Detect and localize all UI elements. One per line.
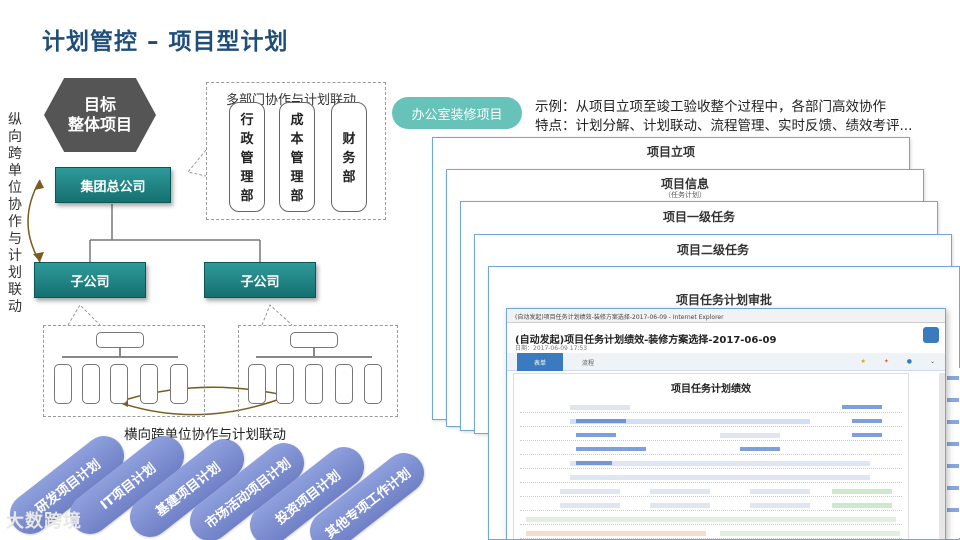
dept-cost-label: 成本管理部 xyxy=(290,112,304,204)
layer-level1-task-title: 项目一级任务 xyxy=(662,210,735,224)
layer-project-info-sub: （任务计划） xyxy=(664,191,706,199)
mini-org-root-1 xyxy=(96,332,144,348)
form-tabs: 表单 流程 ★ ✦ ● ⌄ xyxy=(507,353,945,371)
chevron-down-icon[interactable]: ⌄ xyxy=(930,358,935,365)
browser-title-bar: (自动发起)项目任务计划绩效-装修方案选择-2017-06-09 - Inter… xyxy=(507,309,945,323)
dept-finance: 财务部 xyxy=(331,102,367,212)
mini-org-node xyxy=(54,364,72,404)
form-date: 日期：2017-06-09 17:53 xyxy=(515,345,588,352)
project-tag: 办公室装修项目 xyxy=(392,97,522,129)
mini-org-node xyxy=(140,364,158,404)
dept-admin-label: 行政管理部 xyxy=(240,112,254,204)
example-text: 示例：从项目立项至竣工验收整个过程中，各部门高效协作 xyxy=(535,99,886,115)
hexagon-line2: 整体项目 xyxy=(67,115,132,134)
subsidiary-box-2: 子公司 xyxy=(204,262,316,298)
share-icon[interactable]: ✦ xyxy=(884,358,889,365)
star-icon[interactable]: ★ xyxy=(861,358,866,365)
layer-level2-task-title: 项目二级任务 xyxy=(676,243,749,257)
layer-project-init-title: 项目立项 xyxy=(646,145,695,159)
form-title: 项目任务计划绩效 xyxy=(671,384,751,395)
mini-org-root-2 xyxy=(290,332,338,348)
form-window: (自动发起)项目任务计划绩效-装修方案选择-2017-06-09 - Inter… xyxy=(506,308,946,540)
scrollbar[interactable] xyxy=(939,373,945,539)
subsidiary-box-1: 子公司 xyxy=(34,262,146,298)
horizontal-collab-label: 横向跨单位协作与计划联动 xyxy=(124,427,286,443)
target-hexagon: 目标 整体项目 xyxy=(44,78,156,152)
tab-flow[interactable]: 流程 xyxy=(565,353,611,371)
layer-task-approval-title: 项目任务计划审批 xyxy=(675,293,772,307)
layers-icon[interactable] xyxy=(923,327,939,343)
mini-org-node xyxy=(364,364,382,404)
features-text: 特点：计划分解、计划联动、流程管理、实时反馈、绩效考评... xyxy=(535,118,913,134)
menu-icon[interactable]: ● xyxy=(907,358,912,365)
dept-finance-label: 财务部 xyxy=(342,131,356,185)
mini-org-node xyxy=(248,364,266,404)
mini-org-node xyxy=(170,364,188,404)
dept-cost: 成本管理部 xyxy=(279,102,315,212)
background-form-edge xyxy=(944,368,960,538)
form-body: 项目任务计划绩效 xyxy=(513,373,909,539)
mini-org-node xyxy=(335,364,353,404)
tab-form[interactable]: 表单 xyxy=(517,353,563,371)
mini-org-node xyxy=(110,364,128,404)
mini-org-node xyxy=(276,364,294,404)
toolbar-icons: ★ ✦ ● ⌄ xyxy=(861,358,935,365)
group-hq-box: 集团总公司 xyxy=(55,167,171,203)
mini-org-node xyxy=(305,364,323,404)
mini-org-node xyxy=(82,364,100,404)
hexagon-line1: 目标 xyxy=(83,95,116,114)
logo-text: 大数跨境 xyxy=(6,511,82,532)
dept-admin: 行政管理部 xyxy=(229,102,265,212)
logo-watermark: 大数跨境 xyxy=(6,507,82,533)
